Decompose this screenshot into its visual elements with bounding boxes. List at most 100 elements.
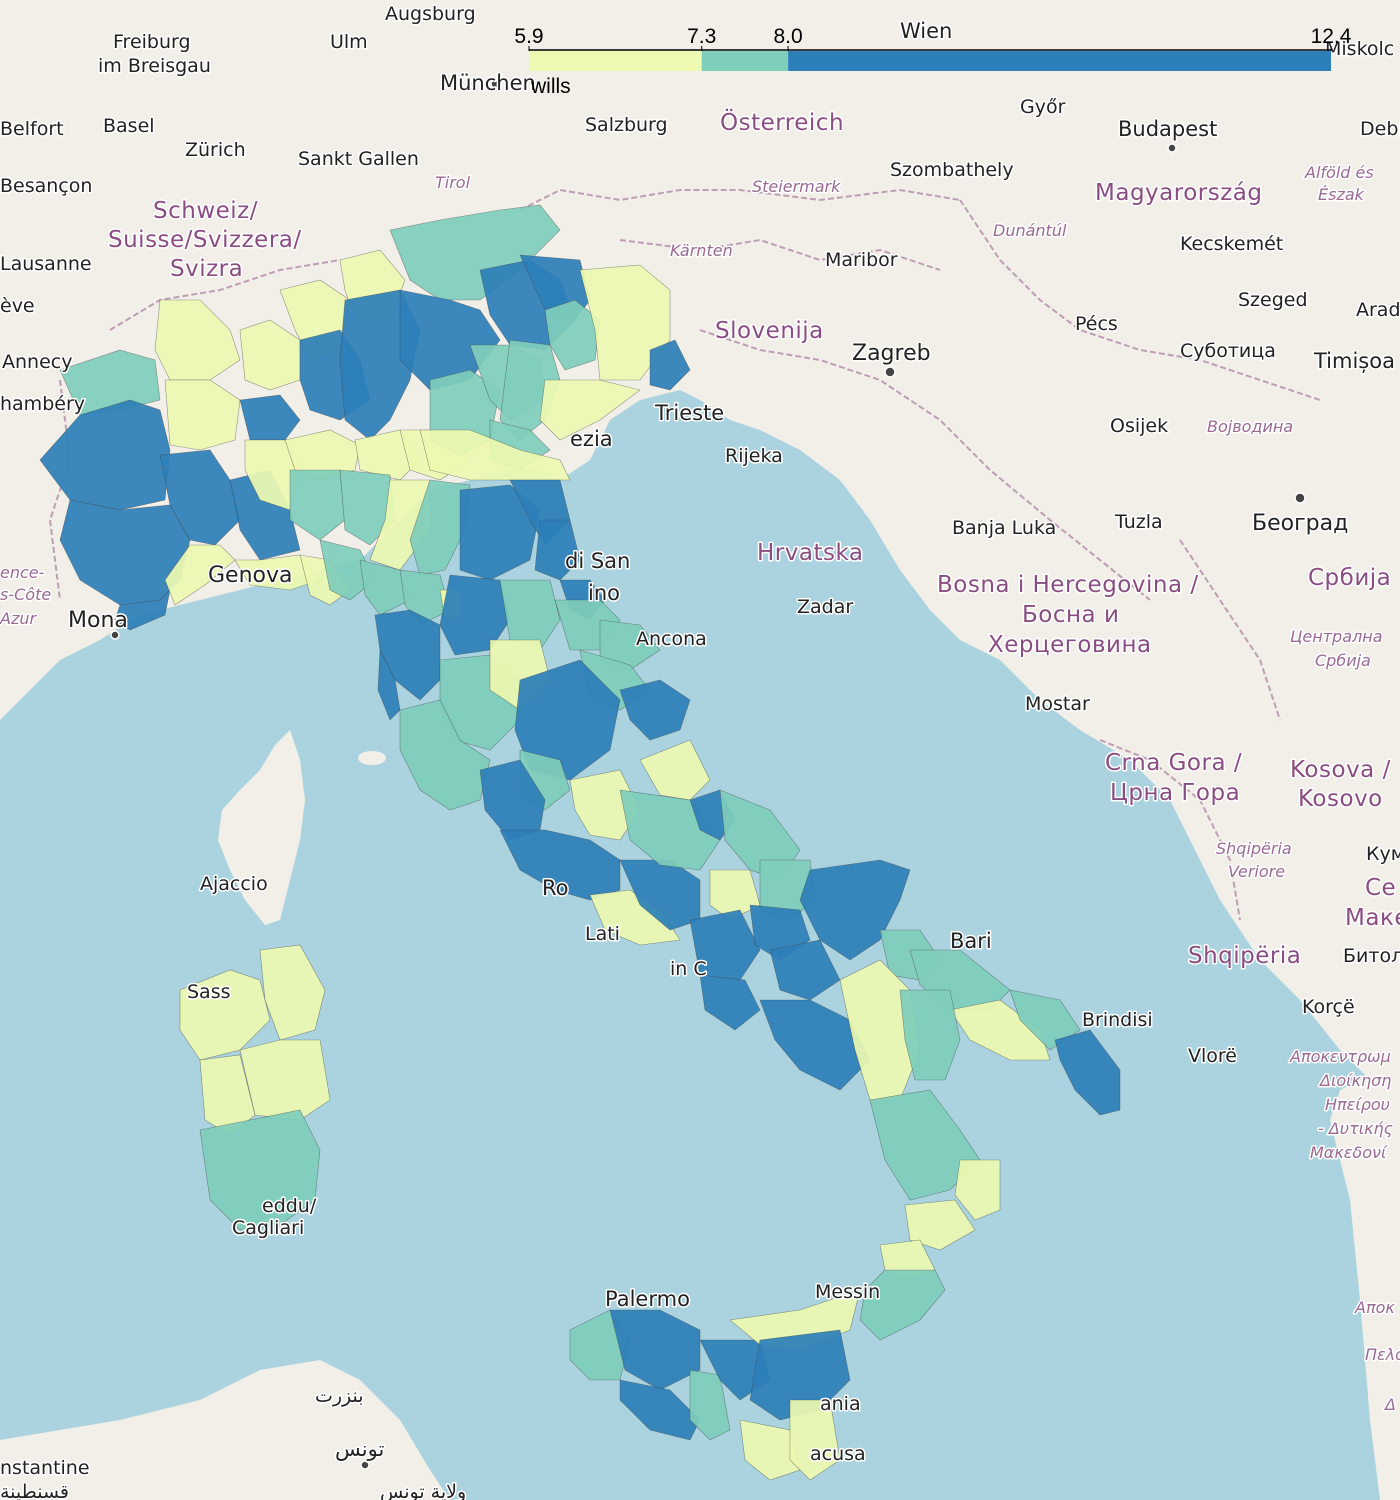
city-dot-beograd [1294,492,1306,504]
label-provence-1: ence- [0,563,45,582]
label-peloponnisos-2: Πελο [1365,1345,1400,1364]
label-mostar: Mostar [1025,693,1090,715]
label-epirus-4: - Δυτικής [1318,1119,1393,1138]
label-latina: Lati [585,923,620,945]
label-palermo: Palermo [605,1287,690,1311]
label-geneve: ève [0,295,35,317]
choropleth-map[interactable]: Augsburg Freiburg im Breisgau Ulm Münche… [0,0,1400,1500]
label-alfold-2: Észak [1318,185,1365,204]
legend-color-bar [529,51,1331,71]
label-tunis: تونس [335,1437,384,1461]
label-kum: Кум [1366,843,1400,865]
label-epirus-2: Διοίκηση [1318,1071,1391,1090]
label-rijeka: Rijeka [725,445,783,467]
label-sanmarino-2: ino [588,581,620,605]
label-roma: Ro [542,876,569,900]
label-genova: Genova [208,563,293,588]
label-kosovo-2: Kosovo [1298,786,1383,812]
label-epirus-3: Ηπείρου [1325,1095,1390,1114]
label-besancon: Besançon [0,175,92,197]
label-tunis-region: ولاية تونس [380,1481,466,1500]
city-dot-budapest [1167,143,1177,153]
label-schweiz-2: Suisse/Svizzera/ [108,227,302,253]
label-catania: ania [820,1393,861,1415]
city-dot-tunis [360,1460,370,1470]
label-centralna-2: Србија [1315,651,1371,670]
label-brindisi: Brindisi [1082,1009,1153,1031]
label-ancona: Ancona [636,628,707,650]
label-kecskemet: Kecskemét [1180,233,1283,255]
label-venezia: ezia [570,427,613,451]
label-constantine-ar: قسنطينة [0,1481,69,1500]
legend-title: wills [530,75,571,98]
label-napoli: in C [670,958,707,980]
label-messina: Messin [815,1281,880,1303]
city-dot-zagreb [884,366,896,378]
label-banja-luka: Banja Luka [952,517,1056,539]
label-kaernten: Kärnten [670,241,733,260]
label-timisoara: Timișoa [1313,349,1395,373]
land-elba [358,751,386,765]
label-crna-gora-2: Црна Гора [1110,780,1240,806]
label-vlore: Vlorë [1188,1045,1237,1067]
label-peloponnisos-1: Αποκ [1354,1298,1395,1317]
label-provence-3: Azur [0,609,37,628]
label-lausanne: Lausanne [0,253,92,275]
label-monaco: Mona [68,608,128,633]
label-wien: Wien [900,19,952,43]
label-schweiz-1: Schweiz/ [153,198,258,224]
label-salzburg: Salzburg [585,114,668,136]
label-gyor: Győr [1020,96,1066,118]
label-chambery: hambéry [0,393,85,415]
legend-tick-label-1: 7.3 [687,25,716,48]
label-make: Маке [1345,905,1400,931]
label-szombathely: Szombathely [890,159,1014,181]
label-maribor: Maribor [825,249,898,271]
label-siracusa: acusa [810,1443,866,1465]
label-kosovo-1: Kosova / [1290,757,1391,783]
label-oesterreich: Österreich [720,108,844,136]
legend-bin-2 [788,51,1331,71]
label-korce: Korçë [1302,996,1355,1018]
legend-tick-label-3: 12.4 [1311,25,1352,48]
legend-tick-label-2: 8.0 [774,25,803,48]
label-centralna-1: Централна [1290,627,1383,646]
label-arad: Arad [1356,299,1400,321]
label-bih-3: Херцеговина [988,632,1152,658]
label-vojvodina: Војводина [1207,417,1293,436]
label-zuerich: Zürich [185,139,246,161]
label-zadar: Zadar [797,596,853,618]
label-steiermark: Steiermark [752,177,841,196]
label-hrvatska: Hrvatska [757,540,863,566]
label-provence-2: s-Côte [0,585,51,604]
legend-bin-0 [529,51,702,71]
label-sassari: Sass [187,981,231,1003]
label-epirus-1: Αποκεντρωμ [1289,1047,1391,1066]
legend-bin-1 [701,51,789,71]
label-epirus-5: Μακεδονί [1310,1143,1388,1162]
label-cagliari-1: eddu/ [262,1195,317,1217]
label-beograd: Београд [1252,511,1348,536]
label-tirol: Tirol [435,173,471,192]
label-annecy: Annecy [2,351,72,373]
label-osijek: Osijek [1110,415,1168,437]
label-freiburg: Freiburg [113,31,191,53]
label-ajaccio: Ajaccio [200,873,268,895]
label-augsburg: Augsburg [385,3,476,25]
label-alfold-1: Alföld és [1304,163,1374,182]
label-constantine: nstantine [0,1457,90,1479]
label-zagreb: Zagreb [852,341,931,366]
label-bih-1: Bosna i Hercegovina / [937,572,1199,598]
label-ulm: Ulm [330,31,368,53]
label-pecs: Pécs [1075,313,1118,335]
label-basel: Basel [103,115,155,137]
label-subotica: Суботица [1180,340,1276,362]
legend-tick-label-0: 5.9 [514,25,543,48]
label-crna-gora-1: Crna Gora / [1105,750,1242,776]
label-ce: Ce [1365,875,1396,901]
label-bitola: Битол [1343,945,1400,967]
label-shqiperia-v-1: Shqipëria [1216,839,1292,858]
label-bizerte: بنزرت [315,1385,364,1407]
label-belfort: Belfort [0,118,64,140]
label-bari: Bari [950,929,992,953]
